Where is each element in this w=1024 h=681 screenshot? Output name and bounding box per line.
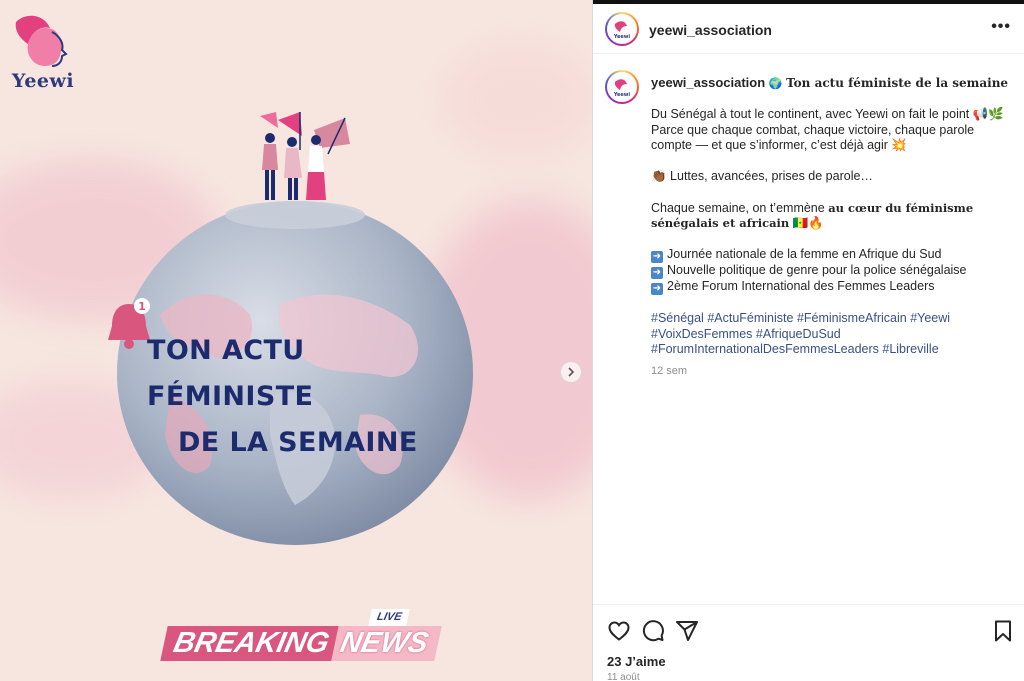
women-flags-illustration xyxy=(260,112,350,200)
live-label: LIVE xyxy=(368,609,411,626)
watercolor-wash xyxy=(440,40,592,160)
likes-count[interactable]: 23 J’aime xyxy=(607,654,666,669)
caption-timestamp[interactable]: 12 sem xyxy=(651,364,1017,380)
svg-text:Yeewi: Yeewi xyxy=(613,34,631,40)
globe-emoji-icon: 🌍 xyxy=(768,77,783,90)
headline-line-2: DE LA SEMAINE xyxy=(178,427,418,458)
hashtag-link[interactable]: #AfriqueDuSud xyxy=(756,327,841,341)
svg-text:Yeewi: Yeewi xyxy=(613,92,631,98)
caption-body: Du Sénégal à tout le continent, avec Yee… xyxy=(651,107,1017,379)
chevron-right-icon xyxy=(568,367,575,377)
caption-title: Ton actu féministe de la semaine xyxy=(786,76,1009,90)
yeewi-avatar-icon: Yeewi xyxy=(613,79,631,98)
news-word: NEWS xyxy=(330,626,442,661)
post-image: Yeewi 1 TON ACTU FÉMINISTE DE LA SEMAINE… xyxy=(0,0,592,681)
post-date: 11 août xyxy=(607,672,640,681)
caption-avatar[interactable]: Yeewi xyxy=(605,70,639,104)
caption-username[interactable]: yeewi_association xyxy=(651,75,765,90)
news-item: ➜ Journée nationale de la femme en Afriqu… xyxy=(651,247,942,264)
caption-line: Du Sénégal à tout le continent, avec Yee… xyxy=(651,107,1004,121)
hashtag-link[interactable]: #ForumInternationalDesFemmesLeaders xyxy=(651,342,879,356)
hashtag-link[interactable]: #Libreville xyxy=(882,342,938,356)
hashtags-line: #VoixDesFemmes #AfriqueDuSud xyxy=(651,327,1017,343)
caption-line: Chaque semaine, on t’emmène au cœur du f… xyxy=(651,200,974,231)
next-image-button[interactable] xyxy=(560,361,582,383)
hashtag-link[interactable]: #Yeewi xyxy=(910,311,950,325)
breaking-word: BREAKING xyxy=(160,626,339,661)
comment-icon[interactable] xyxy=(641,619,665,643)
caption-line: Parce que chaque combat, chaque victoire… xyxy=(651,122,975,153)
hashtag-link[interactable]: #VoixDesFemmes xyxy=(651,327,752,341)
bell-badge: 1 xyxy=(138,300,146,313)
hashtags-line: #Sénégal #ActuFéministe #FéminismeAfrica… xyxy=(651,311,1017,327)
caption-line: 👏🏾 Luttes, avancées, prises de parole… xyxy=(651,169,873,184)
post-headline: TON ACTU FÉMINISTE DE LA SEMAINE xyxy=(120,328,480,466)
arrow-right-icon: ➜ xyxy=(651,251,663,264)
caption-header: yeewi_association 🌍 Ton actu féministe d… xyxy=(651,75,1011,92)
breaking-news-banner: BREAKING NEWS xyxy=(160,626,442,661)
post-header: Yeewi yeewi_association ••• xyxy=(593,4,1024,54)
more-options-button[interactable]: ••• xyxy=(991,18,1011,36)
bookmark-icon[interactable] xyxy=(991,619,1015,643)
arrow-right-icon: ➜ xyxy=(651,267,663,280)
post-panel: Yeewi yeewi_association ••• Yeewi yeewi_… xyxy=(592,0,1024,681)
action-bar xyxy=(593,604,1024,654)
arrow-right-icon: ➜ xyxy=(651,283,663,296)
yeewi-avatar-icon: Yeewi xyxy=(613,21,631,40)
send-icon[interactable] xyxy=(675,619,699,643)
headline-line-1: TON ACTU FÉMINISTE xyxy=(147,335,314,412)
hashtag-link[interactable]: #Sénégal xyxy=(651,311,704,325)
hashtags-line: #ForumInternationalDesFemmesLeaders #Lib… xyxy=(651,342,1017,358)
header-username[interactable]: yeewi_association xyxy=(649,22,772,38)
more-horizontal-icon: ••• xyxy=(991,18,1011,35)
news-item: ➜ Nouvelle politique de genre pour la pol… xyxy=(651,263,967,280)
heart-icon[interactable] xyxy=(607,619,631,643)
hashtag-link[interactable]: #ActuFéministe xyxy=(707,311,793,325)
logo-text: Yeewi xyxy=(11,70,75,92)
hashtag-link[interactable]: #FéminismeAfricain xyxy=(797,311,907,325)
news-item: ➜ 2ème Forum International des Femmes Lea… xyxy=(651,279,935,296)
profile-avatar[interactable]: Yeewi xyxy=(605,12,639,46)
